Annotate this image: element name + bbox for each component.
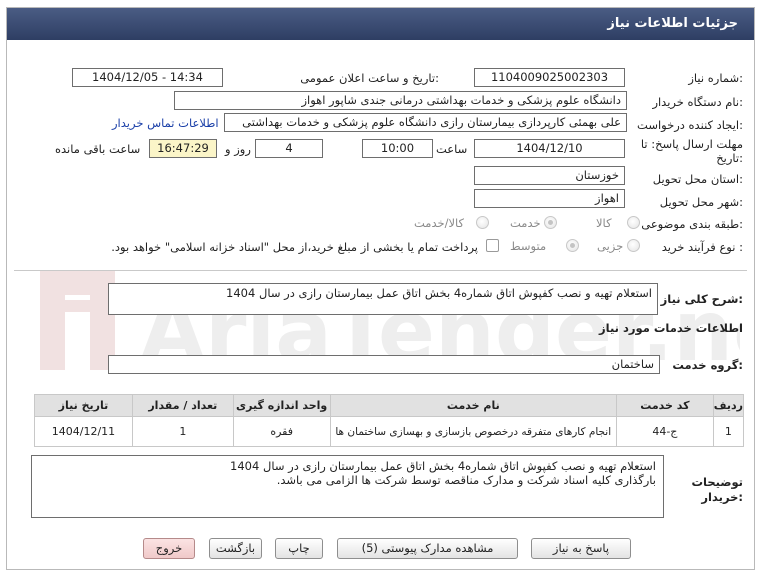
buyer-notes-line-2: بارگذاری کلیه اسناد شرکت و مدارک مناقصه … bbox=[276, 473, 656, 487]
deadline-days-field[interactable]: 4 bbox=[255, 139, 323, 158]
need-number-field[interactable]: 1104009025002303 bbox=[474, 68, 625, 87]
remaining-time-field: 16:47:29 bbox=[149, 139, 217, 158]
summary-field[interactable]: استعلام تهیه و نصب کفپوش اتاق شماره4 بخش… bbox=[108, 283, 658, 315]
buyer-notes-field[interactable]: استعلام تهیه و نصب کفپوش اتاق شماره4 بخش… bbox=[31, 455, 664, 518]
cell-name: انجام کارهای متفرقه درخصوص بازسازی و بهس… bbox=[329, 416, 617, 447]
treasury-payment-checkbox[interactable] bbox=[486, 239, 499, 252]
buyer-notes-line-1: استعلام تهیه و نصب کفپوش اتاق شماره4 بخش… bbox=[230, 459, 656, 473]
buyer-contact-link[interactable]: اطلاعات تماس خریدار bbox=[112, 116, 219, 130]
col-date: تاریخ نیاز bbox=[34, 394, 133, 417]
category-label: طبقه بندی موضوعی: bbox=[641, 217, 743, 231]
reply-button[interactable]: پاسخ به نیاز bbox=[531, 538, 631, 559]
col-unit: واحد اندازه گیری bbox=[232, 394, 331, 417]
col-name: نام خدمت bbox=[329, 394, 617, 417]
need-number-label: شماره نیاز: bbox=[688, 71, 743, 85]
announce-datetime-field[interactable]: 1404/12/05 - 14:34 bbox=[72, 68, 223, 87]
purchase-type-medium-radio[interactable] bbox=[566, 239, 579, 252]
requester-label: ایجاد کننده درخواست: bbox=[637, 118, 743, 132]
buyer-org-label: نام دستگاه خریدار: bbox=[652, 95, 743, 109]
cell-unit: فقره bbox=[232, 416, 331, 447]
category-option-service-radio[interactable] bbox=[544, 216, 557, 229]
deadline-date-field[interactable]: 1404/12/10 bbox=[474, 139, 625, 158]
category-option-goods-radio[interactable] bbox=[627, 216, 640, 229]
purchase-type-minor-radio[interactable] bbox=[627, 239, 640, 252]
category-option-goods-label: کالا bbox=[596, 216, 612, 230]
cell-code: ج-44 bbox=[615, 416, 714, 447]
table-row: 1 ج-44 انجام کارهای متفرقه درخصوص بازساز… bbox=[34, 416, 745, 447]
announce-datetime-label: تاریخ و ساعت اعلان عمومی: bbox=[300, 71, 439, 85]
col-code: کد خدمت bbox=[615, 394, 714, 417]
service-group-label: گروه خدمت: bbox=[672, 358, 743, 372]
deadline-label-date: تاریخ: bbox=[716, 151, 743, 165]
attachments-button[interactable]: مشاهده مدارک پیوستی (5) bbox=[337, 538, 518, 559]
cell-qty: 1 bbox=[131, 416, 234, 447]
buyer-notes-label-2: خریدار: bbox=[701, 490, 743, 504]
col-row: ردیف bbox=[712, 394, 745, 417]
back-button[interactable]: بازگشت bbox=[209, 538, 262, 559]
buyer-notes-label: توضیحات bbox=[691, 475, 744, 489]
print-button[interactable]: چاپ bbox=[275, 538, 323, 559]
category-option-both-radio[interactable] bbox=[476, 216, 489, 229]
province-label: استان محل تحویل: bbox=[652, 172, 743, 186]
requester-field[interactable]: علی بهمئی کارپردازی بیمارستان رازی دانشگ… bbox=[224, 113, 627, 132]
purchase-type-label: نوع فرآیند خرید : bbox=[661, 240, 743, 254]
treasury-payment-note: پرداخت تمام یا بخشی از مبلغ خرید،از محل … bbox=[111, 240, 478, 254]
divider bbox=[14, 270, 747, 271]
buyer-org-field[interactable]: دانشگاه علوم پزشکی و خدمات بهداشتی درمان… bbox=[174, 91, 627, 110]
province-field[interactable]: خوزستان bbox=[474, 166, 625, 185]
purchase-type-medium-label: متوسط bbox=[510, 239, 547, 253]
page-title: جزئیات اطلاعات نیاز bbox=[607, 16, 738, 31]
category-option-service-label: خدمت bbox=[510, 216, 541, 230]
header-bar: جزئیات اطلاعات نیاز bbox=[7, 8, 754, 40]
services-section-title: اطلاعات خدمات مورد نیاز bbox=[599, 321, 743, 335]
remaining-time-label: ساعت باقی مانده bbox=[55, 142, 141, 156]
deadline-label: مهلت ارسال پاسخ: تا bbox=[640, 137, 743, 151]
cell-date: 1404/12/11 bbox=[34, 416, 133, 447]
city-label: شهر محل تحویل: bbox=[659, 195, 743, 209]
deadline-days-label: روز و bbox=[225, 142, 251, 156]
category-option-both-label: کالا/خدمت bbox=[414, 216, 465, 230]
deadline-time-label: ساعت bbox=[436, 142, 468, 156]
cell-row: 1 bbox=[712, 416, 745, 447]
city-field[interactable]: اهواز bbox=[474, 189, 625, 208]
service-group-field[interactable]: ساختمان bbox=[108, 355, 660, 374]
deadline-time-field[interactable]: 10:00 bbox=[362, 139, 433, 158]
exit-button[interactable]: خروج bbox=[143, 538, 195, 559]
col-qty: تعداد / مقدار bbox=[131, 394, 234, 417]
purchase-type-minor-label: جزیی bbox=[597, 239, 624, 253]
summary-label: شرح کلی نیاز: bbox=[660, 292, 743, 306]
services-table: ردیف کد خدمت نام خدمت واحد اندازه گیری ت… bbox=[34, 394, 745, 447]
